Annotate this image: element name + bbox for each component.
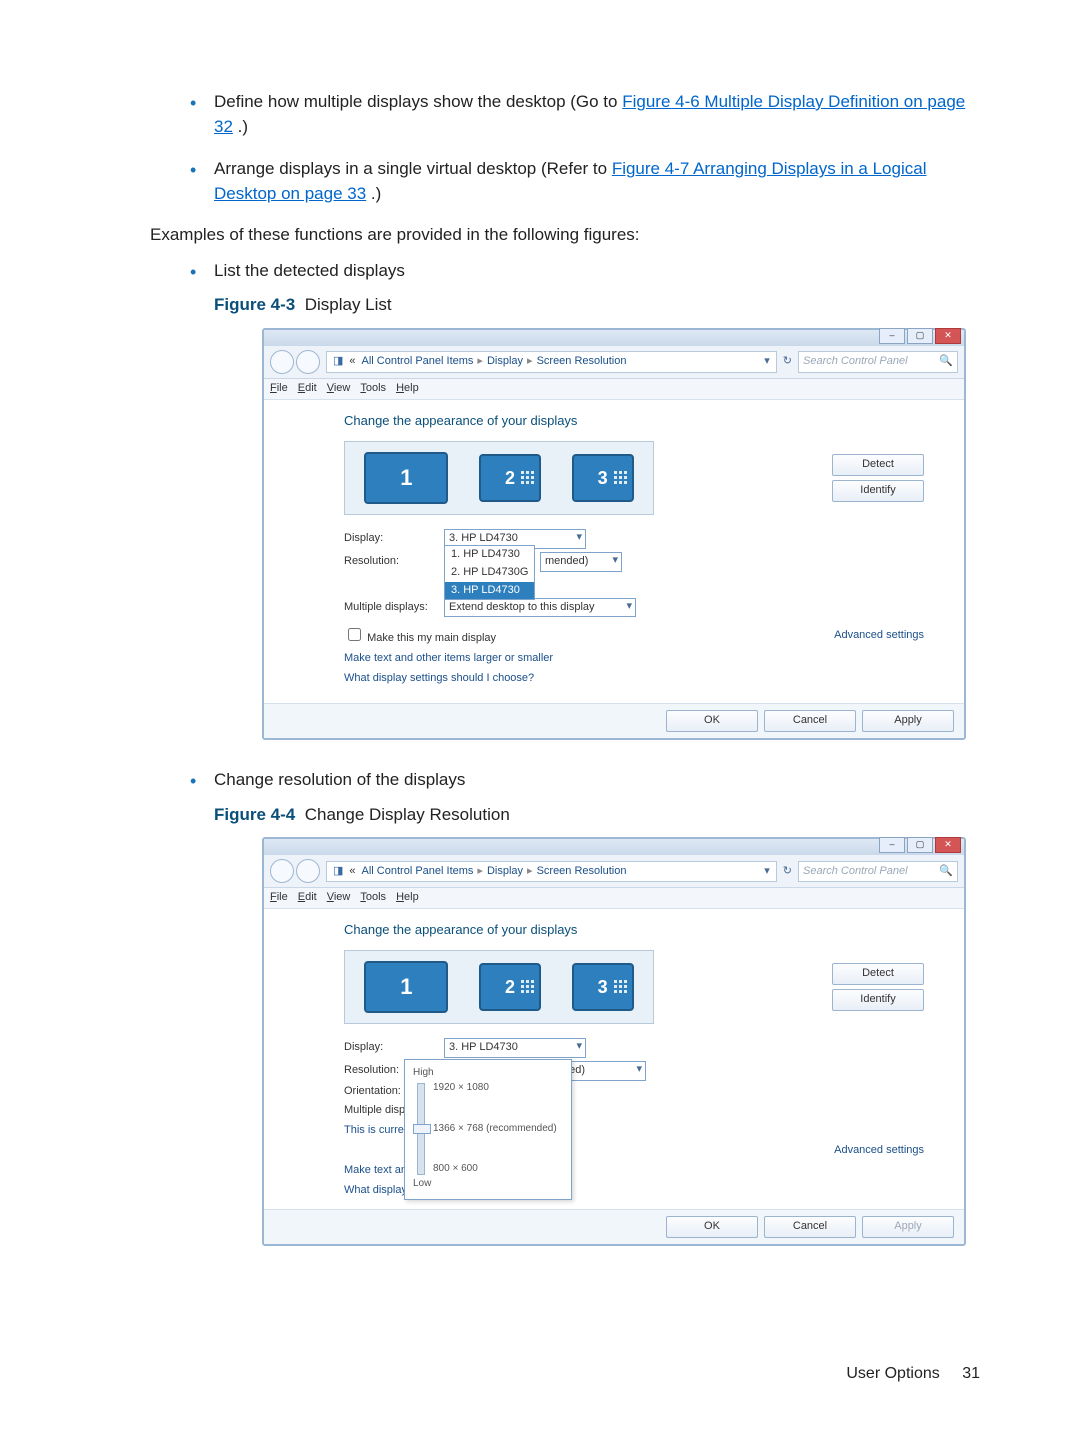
window-close-button[interactable]: ✕ [935, 328, 961, 344]
search-icon: 🔍 [939, 864, 953, 880]
window-maximize-button[interactable]: ▢ [907, 837, 933, 853]
multiple-displays-label: Multiple displays: [344, 600, 434, 616]
bullet-define-displays: Define how multiple displays show the de… [190, 90, 980, 139]
window-maximize-button[interactable]: ▢ [907, 328, 933, 344]
nav-forward-button[interactable] [296, 350, 320, 374]
detect-button[interactable]: Detect [832, 963, 924, 985]
nav-forward-button[interactable] [296, 859, 320, 883]
bullet-list-displays: List the detected displays Figure 4-3 Di… [190, 259, 980, 741]
nav-back-button[interactable] [270, 350, 294, 374]
monitor-2[interactable]: 2 [479, 454, 541, 502]
detect-button[interactable]: Detect [832, 454, 924, 476]
identify-button[interactable]: Identify [832, 989, 924, 1011]
intro-text: Examples of these functions are provided… [150, 225, 980, 245]
resolution-label: Resolution: [344, 554, 434, 570]
menu-bar[interactable]: File Edit View Tools Help [264, 888, 964, 909]
monitor-3[interactable]: 3 [572, 454, 634, 502]
fig-4-3-label: Figure 4-3 [214, 295, 295, 314]
window-minimize-button[interactable]: – [879, 328, 905, 344]
resolution-dropdown-partial[interactable]: mended) [540, 552, 622, 572]
resolution-slider-track[interactable] [417, 1083, 425, 1175]
fig-4-3-title: Display List [305, 295, 392, 314]
resolution-slider-thumb[interactable] [413, 1124, 431, 1134]
display-label: Display: [344, 1040, 434, 1056]
advanced-settings-link[interactable]: Advanced settings [834, 628, 924, 644]
window-minimize-button[interactable]: – [879, 837, 905, 853]
monitor-3[interactable]: 3 [572, 963, 634, 1011]
footer-section: User Options [846, 1365, 939, 1382]
advanced-settings-link[interactable]: Advanced settings [834, 1143, 924, 1159]
make-main-checkbox[interactable] [348, 628, 361, 641]
apply-button[interactable]: Apply [862, 1216, 954, 1238]
monitor-1[interactable]: 1 [364, 961, 448, 1013]
monitor-2[interactable]: 2 [479, 963, 541, 1011]
display-dropdown-list[interactable]: 1. HP LD4730 2. HP LD4730G 3. HP LD4730 [444, 545, 535, 601]
breadcrumb[interactable]: ◨ « All Control Panel Items▸Display▸Scre… [326, 351, 777, 373]
search-icon: 🔍 [939, 354, 953, 370]
display-settings-help-link[interactable]: What display settings should I choose? [344, 671, 924, 687]
fig-4-4-title: Change Display Resolution [305, 805, 510, 824]
bullet-arrange-displays: Arrange displays in a single virtual des… [190, 157, 980, 206]
window-heading: Change the appearance of your displays [344, 412, 924, 431]
multiple-displays-dropdown[interactable]: Extend desktop to this display [444, 598, 636, 618]
fig-4-4-label: Figure 4-4 [214, 805, 295, 824]
cancel-button[interactable]: Cancel [764, 710, 856, 732]
resolution-slider-popup[interactable]: High 1920 × 1080 1366 × 768 (recommended… [404, 1059, 572, 1200]
footer-page-number: 31 [962, 1365, 980, 1382]
monitor-arrangement[interactable]: 1 2 3 [344, 441, 654, 515]
window-heading: Change the appearance of your displays [344, 921, 924, 940]
display-dropdown[interactable]: 3. HP LD4730 [444, 1038, 586, 1058]
identify-button[interactable]: Identify [832, 480, 924, 502]
nav-back-button[interactable] [270, 859, 294, 883]
apply-button[interactable]: Apply [862, 710, 954, 732]
menu-bar[interactable]: File Edit View Tools Help [264, 379, 964, 400]
ok-button[interactable]: OK [666, 1216, 758, 1238]
page-footer: User Options 31 [846, 1365, 980, 1383]
cancel-button[interactable]: Cancel [764, 1216, 856, 1238]
display-label: Display: [344, 531, 434, 547]
screen-resolution-window-2: – ▢ ✕ ◨ « All Control Panel Items▸Displa… [262, 837, 966, 1245]
ok-button[interactable]: OK [666, 710, 758, 732]
window-close-button[interactable]: ✕ [935, 837, 961, 853]
bullet-change-resolution: Change resolution of the displays Figure… [190, 768, 980, 1246]
search-input[interactable]: Search Control Panel 🔍 [798, 351, 958, 373]
monitor-arrangement[interactable]: 1 2 3 [344, 950, 654, 1024]
text-size-link[interactable]: Make text and other items larger or smal… [344, 651, 924, 667]
search-input[interactable]: Search Control Panel 🔍 [798, 861, 958, 883]
top-bullets-list: Define how multiple displays show the de… [190, 90, 980, 207]
screen-resolution-window-1: – ▢ ✕ ◨ « All Control Panel Items▸Displa… [262, 328, 966, 740]
breadcrumb[interactable]: ◨ « All Control Panel Items▸Display▸Scre… [326, 861, 777, 883]
monitor-1[interactable]: 1 [364, 452, 448, 504]
